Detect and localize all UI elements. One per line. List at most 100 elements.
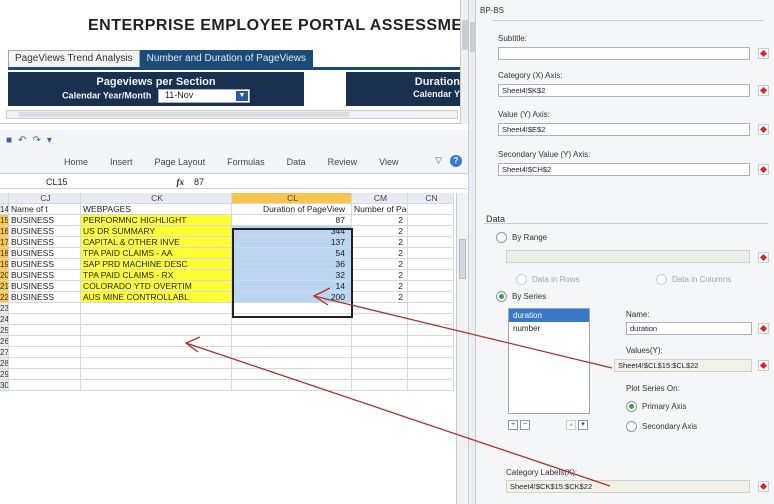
cell-cn[interactable] <box>408 369 454 380</box>
scroll-thumb[interactable] <box>19 112 349 117</box>
cell-cl[interactable] <box>232 325 352 336</box>
remove-series-icon[interactable]: − <box>520 420 530 430</box>
ribbon-tab-data[interactable]: Data <box>287 157 306 167</box>
cell-cn[interactable] <box>408 270 454 281</box>
cell-cl[interactable]: 36 <box>232 259 352 270</box>
cell-ck[interactable]: TPA PAID CLAIMS - AA <box>81 248 232 259</box>
redo-icon[interactable]: ↷ <box>32 135 40 146</box>
cell-cm[interactable] <box>352 347 408 358</box>
move-up-icon[interactable]: ▴ <box>566 420 576 430</box>
row-header[interactable]: 24 <box>0 314 9 325</box>
cell-cm[interactable]: 2 <box>352 215 408 226</box>
cell-cl[interactable]: 200 <box>232 292 352 303</box>
row-header[interactable]: 16 <box>0 226 9 237</box>
row-header[interactable]: 14 <box>0 204 9 215</box>
cell-cj[interactable] <box>9 358 81 369</box>
cell-cl[interactable]: 137 <box>232 237 352 248</box>
by-range-radio[interactable] <box>496 232 507 243</box>
cell-cn[interactable] <box>408 380 454 391</box>
cell-cj[interactable]: BUSINESS <box>9 292 81 303</box>
cell-cn[interactable] <box>408 358 454 369</box>
undo-icon[interactable]: ↶ <box>18 135 26 146</box>
range-picker-icon[interactable] <box>758 481 769 492</box>
cell-ck[interactable]: SAP PRD MACHINE DESC <box>81 259 232 270</box>
cell-cm[interactable]: 2 <box>352 259 408 270</box>
series-name-input[interactable]: duration <box>626 322 752 335</box>
row-header[interactable]: 26 <box>0 336 9 347</box>
row-header[interactable]: 20 <box>0 270 9 281</box>
tab-number-duration[interactable]: Number and Duration of PageViews <box>139 50 314 68</box>
series-item-number[interactable]: number <box>509 322 589 335</box>
series-item-duration[interactable]: duration <box>509 309 589 322</box>
ribbon-tab-formulas[interactable]: Formulas <box>227 157 265 167</box>
cell-cn[interactable] <box>408 248 454 259</box>
column-header-cj[interactable]: CJ <box>9 193 81 204</box>
row-header[interactable]: 15 <box>0 215 9 226</box>
cell-ck[interactable] <box>81 336 232 347</box>
cell-cm[interactable] <box>352 314 408 325</box>
cell-ck[interactable] <box>81 380 232 391</box>
subtitle-input[interactable] <box>498 47 750 60</box>
customize-icon[interactable]: ▾ <box>47 135 52 146</box>
cell-cn[interactable] <box>408 303 454 314</box>
cell-ck[interactable]: CAPITAL & OTHER INVE <box>81 237 232 248</box>
cell-cl[interactable] <box>232 369 352 380</box>
formula-input[interactable]: 87 <box>190 177 204 187</box>
cell-cj[interactable]: BUSINESS <box>9 215 81 226</box>
help-icon[interactable]: ? <box>450 155 462 167</box>
cell-cj[interactable] <box>9 325 81 336</box>
secondary-axis-radio[interactable] <box>626 421 637 432</box>
row-header[interactable]: 22 <box>0 292 9 303</box>
row-header[interactable]: 23 <box>0 303 9 314</box>
add-series-icon[interactable]: + <box>508 420 518 430</box>
cell-ck[interactable] <box>81 369 232 380</box>
cell-cm[interactable] <box>352 325 408 336</box>
cell-cj[interactable]: BUSINESS <box>9 237 81 248</box>
cell-cl[interactable]: 87 <box>232 215 352 226</box>
minimize-ribbon-icon[interactable]: ▽ <box>435 155 442 167</box>
cell-cl[interactable]: 32 <box>232 270 352 281</box>
column-header-cn[interactable]: CN <box>408 193 454 204</box>
cell-cn[interactable] <box>408 215 454 226</box>
cell-cl[interactable]: 54 <box>232 248 352 259</box>
ribbon-tab-view[interactable]: View <box>379 157 398 167</box>
category-axis-input[interactable]: Sheet4!$K$2 <box>498 84 750 97</box>
cell-cl[interactable] <box>232 347 352 358</box>
cell-cn[interactable] <box>408 259 454 270</box>
row-header[interactable]: 25 <box>0 325 9 336</box>
range-picker-icon[interactable] <box>758 48 769 59</box>
cell-ck[interactable] <box>81 314 232 325</box>
cell-cl[interactable] <box>232 336 352 347</box>
cell-cm[interactable]: 2 <box>352 226 408 237</box>
cell-ck[interactable] <box>81 325 232 336</box>
cell-cj[interactable]: BUSINESS <box>9 259 81 270</box>
cell-cn[interactable] <box>408 281 454 292</box>
fx-icon[interactable]: fx <box>110 177 190 187</box>
cell-cj[interactable]: BUSINESS <box>9 281 81 292</box>
secondary-axis-input[interactable]: Sheet4!$CH$2 <box>498 163 750 176</box>
cell-ck[interactable]: COLORADO YTD OVERTIM <box>81 281 232 292</box>
cell-ck[interactable] <box>81 303 232 314</box>
preview-horizontal-scrollbar[interactable] <box>6 110 458 119</box>
cell-cl[interactable] <box>232 358 352 369</box>
cell-ck[interactable]: TPA PAID CLAIMS - RX <box>81 270 232 281</box>
cell-cn[interactable] <box>408 347 454 358</box>
save-icon[interactable]: ■ <box>6 135 12 146</box>
row-header[interactable]: 21 <box>0 281 9 292</box>
cell-cl[interactable] <box>232 314 352 325</box>
cell-ck[interactable]: US DR SUMMARY <box>81 226 232 237</box>
values-input[interactable]: Sheet4!$CL$15:$CL$22 <box>614 359 752 372</box>
move-down-icon[interactable]: ▾ <box>578 420 588 430</box>
scroll-thumb[interactable] <box>459 239 466 279</box>
primary-axis-radio[interactable] <box>626 401 637 412</box>
tab-pageviews-trend[interactable]: PageViews Trend Analysis <box>8 50 140 68</box>
cell-cm[interactable]: 2 <box>352 270 408 281</box>
cell-cn[interactable] <box>408 292 454 303</box>
cell-cj[interactable] <box>9 303 81 314</box>
cell-ck[interactable]: PERFORMNC HIGHLIGHT <box>81 215 232 226</box>
chevron-down-icon[interactable]: ▼ <box>235 91 248 101</box>
month-select[interactable]: 11-Nov ▼ <box>157 89 250 103</box>
cell-ck[interactable]: WEBPAGES <box>81 204 232 215</box>
range-picker-icon[interactable] <box>758 323 769 334</box>
cell-cn[interactable] <box>408 325 454 336</box>
